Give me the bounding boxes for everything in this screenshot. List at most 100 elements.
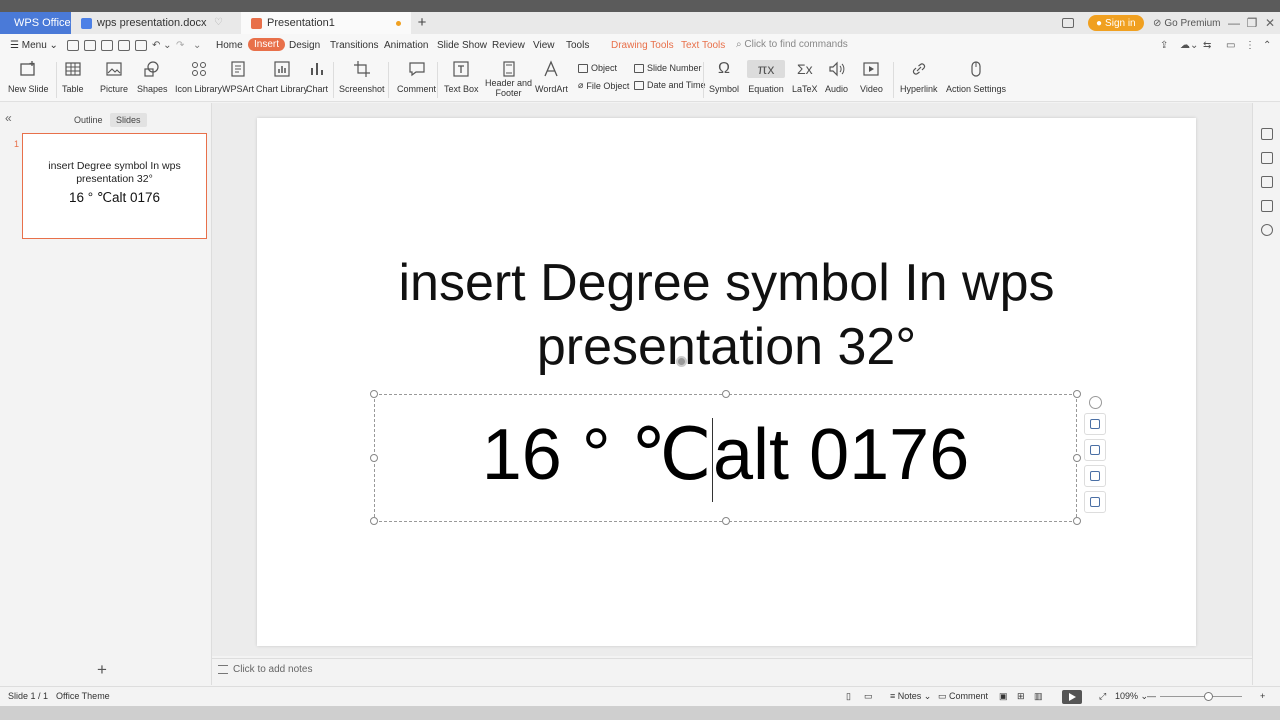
menu-home[interactable]: Home [216,40,243,51]
action-settings-button[interactable]: Action Settings [946,60,1006,94]
tab-presentation[interactable]: Presentation1 [241,12,411,34]
tab-docx[interactable]: wps presentation.docx ♡ [71,12,241,34]
fill-tool-button[interactable] [1084,465,1106,487]
resize-handle-l[interactable] [370,454,378,462]
menu-text-tools[interactable]: Text Tools [681,40,725,51]
collab-icon[interactable]: ⇆ [1203,40,1211,51]
tab-close-icon[interactable]: ♡ [214,17,223,28]
zoom-slider-knob[interactable] [1204,692,1213,701]
new-tab-button[interactable]: + [414,12,430,34]
menu-tools[interactable]: Tools [566,40,589,51]
latex-button[interactable]: Σx LaTeX [792,60,818,94]
slide[interactable]: insert Degree symbol In wps presentation… [257,118,1196,646]
zoom-level[interactable]: 109% ⌄ [1115,691,1148,702]
sign-in-button[interactable]: ● Sign in [1088,15,1144,31]
symbol-button[interactable]: Ω Symbol [709,60,739,94]
comment-button[interactable]: Comment [397,60,436,94]
chart-button[interactable]: Chart [306,60,328,94]
settings-sliders-icon[interactable] [1261,176,1273,188]
date-time-button[interactable]: Date and Time [634,80,706,90]
menu-animation[interactable]: Animation [384,40,428,51]
resize-handle-b[interactable] [722,517,730,525]
menu-design[interactable]: Design [289,40,320,51]
help-icon[interactable] [1261,224,1273,236]
picture-button[interactable]: Picture [100,60,128,94]
export-status-icon[interactable]: ▭ [864,691,873,702]
slide-number-button[interactable]: Slide Number [634,63,702,73]
object-button[interactable]: Object [578,63,617,73]
notes-toggle[interactable]: ≡ Notes ⌄ [890,691,931,702]
share-icon[interactable]: ⇪ [1160,40,1168,51]
undo-icon[interactable]: ↶ ⌄ [152,40,172,51]
menu-insert[interactable]: Insert [248,38,286,51]
slide-title[interactable]: insert Degree symbol In wps presentation… [257,251,1196,379]
close-window-button[interactable]: ✕ [1261,12,1279,34]
reading-view-icon[interactable]: ▥ [1034,691,1043,702]
shapes-button[interactable]: Shapes [137,60,168,94]
collapse-float-toolbar-icon[interactable] [1089,396,1102,409]
menu-review[interactable]: Review [492,40,525,51]
find-commands-search[interactable]: ⌕ Click to find commands [736,39,848,50]
history-icon[interactable] [1261,200,1273,212]
go-premium-button[interactable]: ⊘ Go Premium [1153,12,1221,34]
minimize-button[interactable]: — [1225,12,1243,34]
audio-button[interactable]: Audio [825,60,848,94]
comment-panel-icon[interactable]: ▭ [1226,40,1235,51]
frame-tool-button[interactable] [1084,491,1106,513]
menu-slide-show[interactable]: Slide Show [437,40,487,51]
redo-icon[interactable]: ↷ [176,40,184,51]
body-text-box[interactable]: 16 ° ℃alt 0176 [374,394,1077,522]
resize-handle-br[interactable] [1073,517,1081,525]
body-text[interactable]: 16 ° ℃alt 0176 [375,405,1076,505]
layers-tool-button[interactable] [1084,413,1106,435]
export-icon[interactable] [101,40,113,51]
edit-tool-button[interactable] [1084,439,1106,461]
header-footer-button[interactable]: Header and Footer [485,60,532,98]
tab-slides[interactable]: Slides [110,113,147,127]
slide-thumbnail[interactable]: insert Degree symbol In wps presentation… [22,133,207,239]
text-box-button[interactable]: Text Box [444,60,479,94]
tab-wps-office[interactable]: WPS Office [0,12,71,34]
star-icon[interactable] [1261,152,1273,164]
customize-icon[interactable]: ⌄ [193,40,201,51]
cloud-upload-icon[interactable]: ☁⌄ [1180,40,1198,51]
collapse-ribbon-icon[interactable]: ⌃ [1263,40,1271,51]
save-icon[interactable] [84,40,96,51]
collapse-panel-icon[interactable]: « [5,111,12,125]
object-pane-icon[interactable] [1261,128,1273,140]
equation-button[interactable]: πx Equation [747,60,785,94]
theme-name[interactable]: Office Theme [56,691,110,701]
slide-sorter-icon[interactable]: ⊞ [1017,691,1025,702]
preview-icon[interactable] [135,40,147,51]
open-folder-icon[interactable] [67,40,79,51]
resize-handle-t[interactable] [722,390,730,398]
main-menu-button[interactable]: ☰ Menu ⌄ [10,40,58,51]
chart-library-button[interactable]: Chart Library [256,60,308,94]
tab-outline[interactable]: Outline [68,113,109,127]
fit-window-icon[interactable]: ⤢ [1099,691,1106,702]
icon-library-button[interactable]: Icon Library [175,60,222,94]
more-icon[interactable]: ⋮ [1245,40,1255,51]
normal-view-icon[interactable]: ▣ [999,691,1008,702]
layout-icon[interactable] [1062,12,1074,34]
resize-handle-tr[interactable] [1073,390,1081,398]
resize-handle-r[interactable] [1073,454,1081,462]
comment-toggle[interactable]: ▭ Comment [938,691,988,702]
notes-bar[interactable]: Click to add notes [212,658,1252,682]
menu-drawing-tools[interactable]: Drawing Tools [611,40,674,51]
video-button[interactable]: Video [860,60,883,94]
print-icon[interactable] [118,40,130,51]
file-object-button[interactable]: ⌀ File Object [578,80,629,91]
zoom-slider-track[interactable] [1160,696,1242,697]
zoom-out-button[interactable]: — [1147,691,1156,701]
wpsart-button[interactable]: WPSArt [222,60,254,94]
restore-button[interactable]: ❐ [1243,12,1261,34]
rotate-handle[interactable] [676,356,687,367]
menu-view[interactable]: View [533,40,555,51]
play-slideshow-button[interactable] [1062,690,1082,704]
zoom-in-button[interactable]: + [1260,691,1265,701]
new-slide-button[interactable]: New Slide [8,60,49,94]
screenshot-button[interactable]: Screenshot [339,60,385,94]
wordart-button[interactable]: WordArt [535,60,568,94]
hyperlink-button[interactable]: Hyperlink [900,60,938,94]
